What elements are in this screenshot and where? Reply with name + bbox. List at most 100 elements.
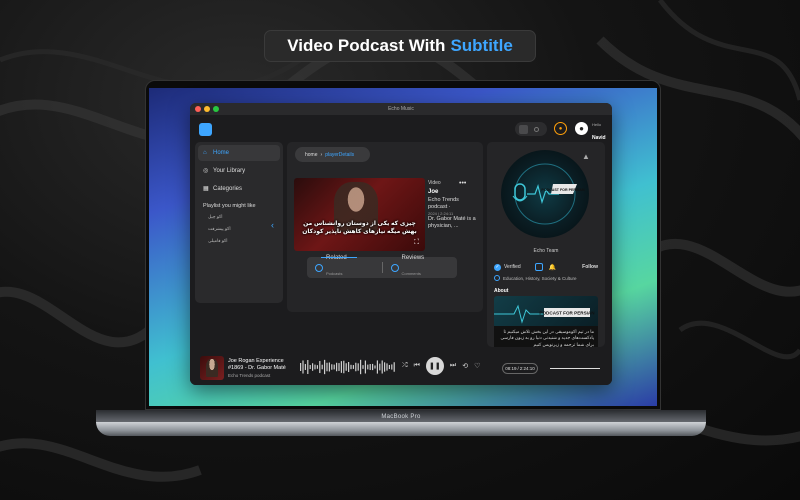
laptop-model-label: MacBook Pro bbox=[381, 413, 421, 420]
mode-switch[interactable] bbox=[515, 122, 547, 136]
chevron-left-icon[interactable]: ‹ bbox=[271, 220, 274, 230]
tag-icon bbox=[494, 275, 500, 281]
waveform-bar bbox=[388, 364, 390, 370]
user-name: Navid bbox=[592, 135, 606, 142]
about-banner: PODCAST FOR PERSIAN bbox=[494, 296, 598, 328]
follow-button[interactable]: Follow bbox=[582, 264, 598, 270]
video-description: Dr. Gabor Maté is a physician, ... bbox=[428, 216, 476, 230]
waveform-bar bbox=[324, 359, 326, 375]
pause-button[interactable]: ❚❚ bbox=[425, 357, 444, 375]
podcast-categories: Education, History, Society & Culture bbox=[494, 275, 576, 281]
sidebar-item-label: Your Library bbox=[213, 168, 246, 174]
video-subtitle: چیزی که یکی از دوستان روانشناس من بهش می… bbox=[298, 220, 421, 236]
waveform-bar bbox=[391, 364, 393, 370]
total-time: 2:24:10 bbox=[519, 366, 535, 371]
playlist-item[interactable]: اکو پیشرفت bbox=[208, 226, 280, 232]
tab-sublabel: Comments bbox=[401, 271, 421, 276]
waveform-bar bbox=[379, 363, 381, 371]
waveform-bar bbox=[333, 364, 335, 370]
breadcrumb-current: playerDetails bbox=[325, 151, 355, 158]
waveform-bar bbox=[357, 363, 359, 371]
video-title: Joe bbox=[428, 189, 439, 196]
tab-reviews[interactable]: Reviews Comments bbox=[383, 255, 458, 279]
waveform-bar bbox=[338, 363, 340, 371]
breadcrumb-root[interactable]: home bbox=[305, 152, 318, 158]
headline-banner: Video Podcast With Subtitle bbox=[264, 30, 536, 62]
playlist-item[interactable]: اکو چیل bbox=[208, 214, 280, 220]
waveform-bar bbox=[314, 364, 316, 370]
report-icon[interactable]: ▲ bbox=[582, 152, 590, 161]
waveform-bar bbox=[364, 360, 366, 374]
waveform-bar bbox=[302, 360, 304, 374]
theme-icon bbox=[534, 126, 539, 132]
minimize-window-button[interactable] bbox=[204, 106, 210, 112]
previous-icon[interactable]: ⏮ bbox=[414, 362, 420, 370]
zoom-window-button[interactable] bbox=[213, 106, 219, 112]
waveform-seekbar[interactable] bbox=[300, 358, 396, 376]
breadcrumb-separator: › bbox=[320, 151, 323, 158]
waveform-bar bbox=[321, 364, 323, 370]
user-greeting: Hello bbox=[592, 122, 602, 127]
track-thumbnail[interactable] bbox=[200, 356, 224, 380]
shuffle-icon[interactable]: ⤮ bbox=[402, 362, 408, 370]
waveform-bar bbox=[331, 364, 333, 370]
waveform-bar bbox=[345, 363, 347, 371]
sidebar: ⌂ Home ◎ Your Library ▦ Categories Playl… bbox=[195, 142, 283, 303]
sidebar-item-home[interactable]: ⌂ Home bbox=[198, 145, 280, 161]
waveform-bar bbox=[372, 363, 374, 371]
user-avatar[interactable]: ● bbox=[575, 122, 588, 135]
subtitle-line: چیزی که یکی از دوستان روانشناس من bbox=[303, 221, 416, 227]
repeat-icon[interactable]: ⟲ bbox=[462, 362, 468, 370]
waveform-bar bbox=[312, 363, 314, 371]
home-icon: ⌂ bbox=[203, 150, 207, 156]
user-info[interactable]: Hello Navid bbox=[592, 122, 606, 144]
library-icon: ◎ bbox=[203, 168, 209, 174]
playlist-heading: Playlist you might like bbox=[203, 203, 256, 209]
video-publisher: Echo Trends podcast · bbox=[428, 197, 459, 211]
window-title: Echo Music bbox=[388, 106, 414, 112]
podcast-team: Echo Team bbox=[533, 248, 559, 254]
playback-controls: ⤮ ⏮ ❚❚ ⏭ ⟲ ♡ bbox=[402, 357, 480, 375]
playlist-item[interactable]: اکو فامیلی bbox=[208, 238, 280, 244]
close-window-button[interactable] bbox=[195, 106, 201, 112]
current-time: 08:19 bbox=[505, 366, 517, 371]
waveform-bar bbox=[304, 364, 306, 370]
waveform-bar bbox=[348, 361, 350, 373]
sidebar-item-categories[interactable]: ▦ Categories bbox=[198, 181, 280, 197]
waveform-bar bbox=[343, 360, 345, 374]
translate-icon bbox=[519, 124, 528, 134]
subscribe-bell-icon[interactable]: 🔔 bbox=[549, 264, 556, 271]
reviews-icon bbox=[390, 263, 399, 272]
volume-slider[interactable] bbox=[550, 368, 600, 369]
waveform-bar bbox=[374, 365, 376, 369]
cover-text: PODCAST FOR PERSIAN bbox=[541, 188, 585, 192]
podcast-cover: PODCAST FOR PERSIAN bbox=[501, 150, 589, 238]
sidebar-item-label: Categories bbox=[213, 186, 243, 192]
waveform-bar bbox=[369, 364, 371, 370]
podcast-details-panel: PODCAST FOR PERSIAN ▲ Echo Team ✓ Verifi… bbox=[487, 142, 605, 347]
track-info: Joe Rogan Experience #1869 - Dr. Gabor M… bbox=[228, 358, 300, 379]
next-icon[interactable]: ⏭ bbox=[450, 362, 456, 370]
verified-icon: ✓ bbox=[494, 263, 501, 271]
grid-icon: ▦ bbox=[203, 186, 209, 192]
like-icon[interactable]: ♡ bbox=[474, 362, 480, 370]
waveform-bar bbox=[376, 360, 378, 374]
waveform-bar bbox=[316, 365, 318, 369]
headline-accent: Subtitle bbox=[450, 36, 513, 55]
about-banner-art: PODCAST FOR PERSIAN bbox=[494, 304, 595, 324]
waveform-bar bbox=[384, 362, 386, 372]
content-tabs: Related Podcasts Reviews Comments bbox=[307, 255, 458, 279]
tab-sublabel: Podcasts bbox=[326, 271, 343, 276]
about-heading: About bbox=[494, 288, 509, 294]
waveform-bar bbox=[381, 360, 383, 374]
tab-related[interactable]: Related Podcasts bbox=[307, 255, 382, 279]
more-options-icon[interactable]: ••• bbox=[459, 180, 466, 189]
sidebar-item-library[interactable]: ◎ Your Library bbox=[198, 163, 280, 179]
window-titlebar: Echo Music bbox=[190, 103, 612, 115]
notifications-bell-icon[interactable]: ● bbox=[554, 122, 567, 135]
app-logo-icon[interactable] bbox=[199, 123, 212, 136]
video-player[interactable]: چیزی که یکی از دوستان روانشناس من بهش می… bbox=[294, 178, 425, 251]
video-info: Video ••• Joe Echo Trends podcast · 2024… bbox=[428, 180, 478, 230]
share-icon[interactable] bbox=[534, 263, 543, 271]
fullscreen-icon[interactable]: ⛶ bbox=[414, 239, 419, 247]
